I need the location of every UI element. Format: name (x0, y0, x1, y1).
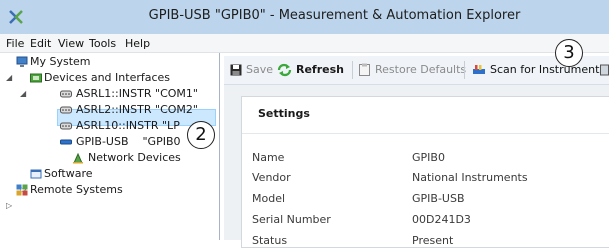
remote-systems-icon (16, 184, 28, 196)
tree-label-asrl1: ASRL1::INSTR "COM1" (76, 87, 198, 100)
tree-label-devices-interfaces: Devices and Interfaces (44, 71, 171, 84)
title-bar: GPIB-USB "GPIB0" - Measurement & Automat… (0, 0, 609, 34)
menu-bar: File Edit View Tools Help (0, 34, 609, 53)
computer-icon (16, 56, 28, 67)
tree-label-software: Software (44, 167, 93, 180)
tree-item-asrl1[interactable]: ASRL1::INSTR "COM1" (60, 86, 218, 102)
prop-value-vendor: National Instruments (412, 171, 528, 184)
serial-port-icon (60, 106, 72, 114)
settings-title: Settings (258, 107, 310, 120)
refresh-icon (277, 63, 292, 77)
restore-defaults-icon (359, 63, 370, 76)
refresh-label: Refresh (296, 63, 344, 76)
gpib-device-icon (60, 139, 72, 145)
save-label: Save (246, 63, 274, 76)
restore-defaults-label: Restore Defaults (375, 63, 467, 76)
instrument-icon (600, 64, 609, 76)
menu-view[interactable]: View (58, 37, 84, 50)
menu-help[interactable]: Help (125, 37, 150, 50)
tree-label-network-devices: Network Devices (88, 151, 181, 164)
callout-2: 2 (187, 121, 215, 149)
tree-label-gpib-usb: GPIB-USB "GPIB0 (76, 135, 181, 148)
prop-label-status: Status (252, 234, 288, 247)
tree-item-my-system[interactable]: ◢ My System (4, 54, 204, 82)
save-icon (230, 64, 242, 76)
toolbar: Save Refresh Restore Defaults Scan for I… (224, 56, 609, 85)
tree-item-asrl2[interactable]: ASRL2::INSTR "COM2" (60, 102, 218, 118)
tree-label-asrl2: ASRL2::INSTR "COM2" (76, 103, 198, 116)
tree-item-software[interactable]: ▷ Software (18, 166, 168, 194)
content-area: Settings Name GPIB0 Vendor National Inst… (224, 85, 609, 248)
prop-label-vendor: Vendor (252, 171, 291, 184)
toolbar-separator (464, 61, 465, 79)
prop-label-name: Name (252, 151, 285, 164)
menu-file[interactable]: File (6, 37, 24, 50)
serial-port-icon (60, 122, 72, 130)
software-icon (30, 169, 42, 179)
menu-tools[interactable]: Tools (89, 37, 116, 50)
tree-label-asrl10: ASRL10::INSTR "LP (76, 119, 180, 132)
prop-label-model: Model (252, 192, 286, 205)
collapse-arrow-icon[interactable]: ◢ (20, 86, 26, 102)
tree-label-my-system: My System (30, 55, 91, 68)
tree-item-network-devices[interactable]: Network Devices (72, 150, 212, 166)
prop-value-status: Present (412, 234, 454, 247)
prop-value-model: GPIB-USB (412, 192, 465, 205)
toolbar-separator (352, 61, 353, 79)
serial-port-icon (60, 90, 72, 98)
window-title: GPIB-USB "GPIB0" - Measurement & Automat… (148, 8, 521, 23)
prop-value-serial-number: 00D241D3 (412, 213, 471, 226)
menu-edit[interactable]: Edit (30, 37, 51, 50)
scan-for-instruments-label: Scan for Instruments (490, 63, 606, 76)
settings-panel: Settings Name GPIB0 Vendor National Inst… (241, 96, 609, 248)
collapse-arrow-icon[interactable]: ◢ (6, 70, 12, 86)
devices-interfaces-icon (30, 73, 42, 83)
network-device-icon (73, 152, 83, 164)
tree-label-remote-systems: Remote Systems (30, 183, 123, 196)
expand-arrow-icon[interactable]: ▷ (6, 198, 12, 214)
prop-value-name[interactable]: GPIB0 (412, 151, 445, 164)
tree-item-devices-interfaces[interactable]: ◢ Devices and Interfaces (18, 70, 218, 98)
callout-3: 3 (555, 39, 583, 67)
tree-item-remote-systems[interactable]: ▷ Remote Systems (4, 182, 184, 210)
settings-divider (242, 133, 609, 134)
prop-label-serial-number: Serial Number (252, 213, 331, 226)
scan-instruments-icon (473, 65, 485, 74)
